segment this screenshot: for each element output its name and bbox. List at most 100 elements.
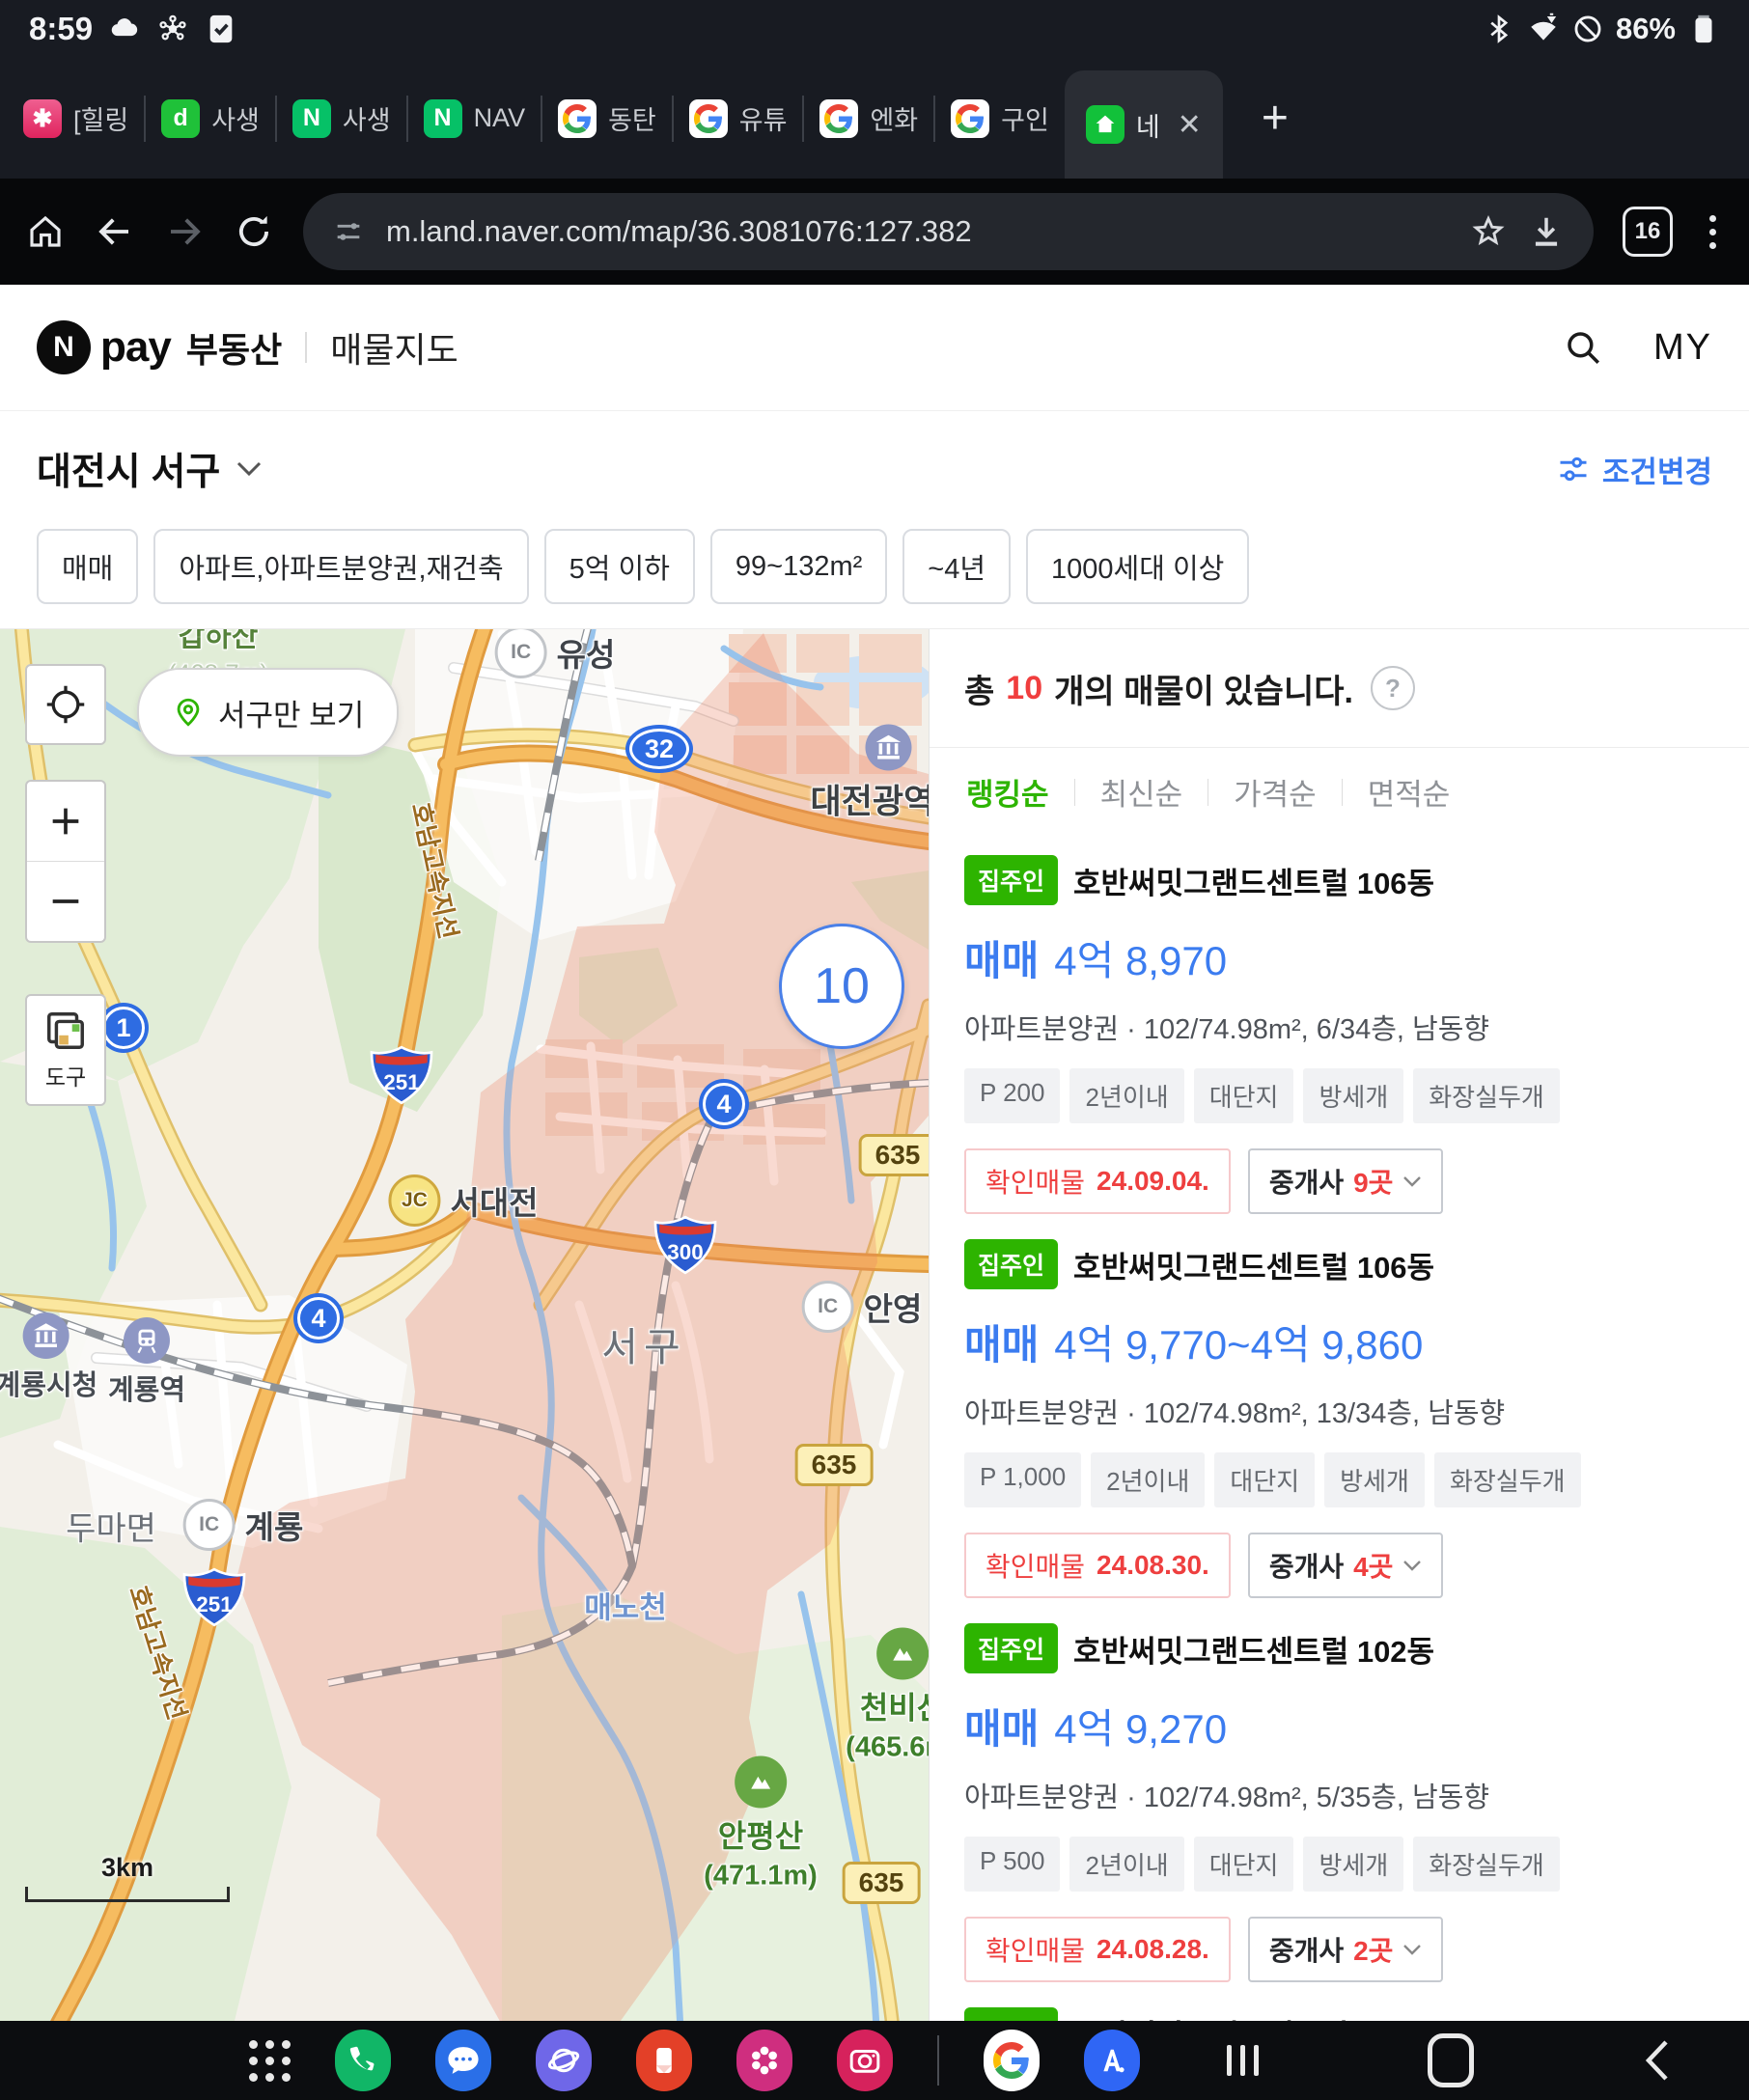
tab-healing[interactable]: ✱[힐링 xyxy=(8,58,144,179)
listing-title[interactable]: 호반써밋그랜드센트럴 102동 xyxy=(1073,1627,1434,1671)
tab-naver-land-active[interactable]: 네 ✕ xyxy=(1065,70,1223,179)
confirm-label: 확인매물 xyxy=(986,1162,1085,1201)
listing-cluster-marker[interactable]: 10 xyxy=(779,924,904,1049)
map-canvas[interactable]: 갑하산(468.7m)IC유성대전광역시3212514JC서대전300IC안영서… xyxy=(0,629,929,2021)
tag: 화장실두개 xyxy=(1413,1068,1560,1123)
agents-dropdown[interactable]: 중개사2곳 xyxy=(1248,1917,1444,1982)
map-marker-shield-rect: 635 xyxy=(859,1134,929,1176)
battery-percent: 86% xyxy=(1616,12,1676,46)
app-drawer-button[interactable] xyxy=(249,2040,291,2082)
bluetooth-icon xyxy=(1483,13,1515,45)
tag: 화장실두개 xyxy=(1434,1452,1581,1507)
zoom-in-button[interactable] xyxy=(27,782,104,862)
home-button[interactable] xyxy=(1428,2033,1474,2087)
naver-favicon: N xyxy=(292,99,331,138)
confirm-label: 확인매물 xyxy=(986,1546,1085,1585)
samsung-internet-app-icon[interactable] xyxy=(536,2030,592,2091)
help-icon[interactable]: ? xyxy=(1371,666,1415,710)
my-location-button[interactable] xyxy=(25,664,106,745)
confirm-date: 24.08.28. xyxy=(1097,1934,1209,1965)
listing-title[interactable]: 호반써밋그랜드센트럴 106동 xyxy=(1073,1243,1434,1286)
clock: 8:59 xyxy=(29,11,93,47)
search-icon[interactable] xyxy=(1563,327,1603,368)
listing-card[interactable]: 집주인호반써밋그랜드센트럴 106동 매매4억 9,770~4억 9,860 아… xyxy=(964,1239,1714,1598)
listing-card[interactable]: 집주인호반써밋그랜드센트럴 105동 매매4억 9,770 xyxy=(964,2007,1714,2021)
close-tab-icon[interactable]: ✕ xyxy=(1178,108,1202,142)
tab-daum[interactable]: d사생 xyxy=(146,58,275,179)
url-bar[interactable]: m.land.naver.com/map/36.3081076:127.382 xyxy=(303,193,1594,270)
chip-households[interactable]: 1000세대 이상 xyxy=(1026,529,1249,604)
tab-switcher-button[interactable]: 16 xyxy=(1623,207,1673,257)
back-button[interactable] xyxy=(1643,2038,1672,2083)
zoom-out-button[interactable] xyxy=(27,862,104,941)
map-marker-shield-rect: 635 xyxy=(795,1444,874,1486)
map-marker-shield-oval: 32 xyxy=(625,725,693,773)
forward-icon[interactable] xyxy=(164,211,205,252)
url-text[interactable]: m.land.naver.com/map/36.3081076:127.382 xyxy=(386,214,1449,249)
tab-google-2[interactable]: 유튜 xyxy=(674,58,803,179)
tools-label: 도구 xyxy=(45,1059,86,1091)
recents-button[interactable] xyxy=(1227,2045,1259,2076)
messages-app-icon[interactable] xyxy=(435,2030,491,2091)
map-marker-district: 서구 xyxy=(601,1314,685,1372)
chip-deal-type[interactable]: 매매 xyxy=(37,529,138,604)
my-menu[interactable]: MY xyxy=(1653,327,1712,369)
bookmark-star-icon[interactable] xyxy=(1470,213,1507,250)
map-marker-jc: JC서대전 xyxy=(388,1174,538,1227)
browser-menu-icon[interactable] xyxy=(1702,215,1724,249)
tab-google-3[interactable]: 엔화 xyxy=(804,58,933,179)
download-icon[interactable] xyxy=(1528,213,1565,250)
region-selector[interactable]: 대전시 서구 xyxy=(37,442,220,496)
tab-naver-2[interactable]: NNAV xyxy=(408,58,541,179)
layers-icon xyxy=(43,1009,88,1053)
tag: 방세개 xyxy=(1324,1452,1425,1507)
sort-ranking[interactable]: 랭킹순 xyxy=(964,770,1051,814)
reload-icon[interactable] xyxy=(234,211,274,252)
tab-naver-1[interactable]: N사생 xyxy=(277,58,406,179)
listing-card[interactable]: 집주인호반써밋그랜드센트럴 102동 매매4억 9,270 아파트분양권 · 1… xyxy=(964,1623,1714,1982)
chip-area[interactable]: 99~132m² xyxy=(710,529,887,604)
chip-age[interactable]: ~4년 xyxy=(902,529,1011,604)
adot-app-icon[interactable] xyxy=(1084,2030,1140,2091)
listing-title[interactable]: 호반써밋그랜드센트럴 106동 xyxy=(1073,859,1434,902)
chip-price[interactable]: 5억 이하 xyxy=(544,529,695,604)
google-app-icon[interactable] xyxy=(984,2030,1040,2091)
new-tab-button[interactable]: + xyxy=(1244,92,1306,145)
section-label[interactable]: 부동산 xyxy=(186,322,282,373)
map-marker-gov: 계룡시청 xyxy=(0,1312,97,1403)
tab-google-4[interactable]: 구인 xyxy=(935,58,1065,179)
agents-dropdown[interactable]: 중개사4곳 xyxy=(1248,1533,1444,1598)
dock-divider xyxy=(937,2035,939,2086)
phone-app-icon[interactable] xyxy=(335,2030,391,2091)
flower-app-icon[interactable] xyxy=(736,2030,792,2091)
tab-google-1[interactable]: 동탄 xyxy=(542,58,672,179)
listing-title[interactable]: 호반써밋그랜드센트럴 105동 xyxy=(1073,2011,1434,2022)
listing-detail: 아파트분양권 · 102/74.98m², 13/34층, 남동향 xyxy=(964,1391,1714,1431)
red-app-icon[interactable] xyxy=(636,2030,692,2091)
sort-newest[interactable]: 최신순 xyxy=(1098,770,1185,814)
home-icon[interactable] xyxy=(25,211,66,252)
government-building-icon xyxy=(23,1312,69,1359)
site-controls-icon[interactable] xyxy=(332,215,365,248)
listing-card[interactable]: 집주인호반써밋그랜드센트럴 106동 매매4억 8,970 아파트분양권 · 1… xyxy=(964,855,1714,1214)
tab-label: NAV xyxy=(474,103,526,133)
condition-change-button[interactable]: 조건변경 xyxy=(1556,448,1712,491)
google-favicon xyxy=(689,99,728,138)
map-marker-shield-us: 251 xyxy=(180,1567,249,1627)
tag: P 200 xyxy=(964,1068,1060,1123)
sort-price[interactable]: 가격순 xyxy=(1232,770,1319,814)
sort-area[interactable]: 면적순 xyxy=(1366,770,1453,814)
back-icon[interactable] xyxy=(95,211,135,252)
camera-app-icon[interactable] xyxy=(837,2030,893,2091)
svg-text:251: 251 xyxy=(383,1070,419,1094)
district-only-button[interactable]: 서구만 보기 xyxy=(137,668,399,757)
chevron-down-icon[interactable] xyxy=(236,460,263,478)
checkbox-notification-icon xyxy=(205,13,237,45)
confirm-label: 확인매물 xyxy=(986,1930,1085,1969)
naver-pay-logo[interactable]: N xyxy=(37,320,91,374)
map-tools-button[interactable]: 도구 xyxy=(25,994,106,1106)
chip-property-type[interactable]: 아파트,아파트분양권,재건축 xyxy=(153,529,528,604)
agents-dropdown[interactable]: 중개사9곳 xyxy=(1248,1148,1444,1214)
pay-logo-text[interactable]: pay xyxy=(100,323,171,372)
zoom-controls xyxy=(25,780,106,943)
